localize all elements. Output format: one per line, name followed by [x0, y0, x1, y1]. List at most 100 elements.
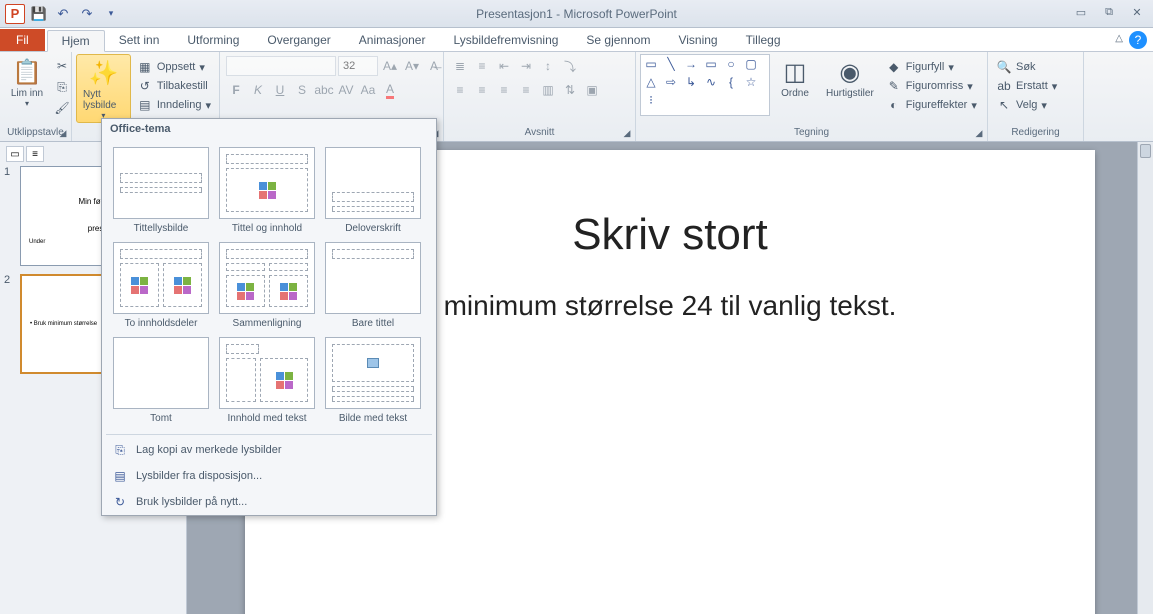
tab-addins[interactable]: Tillegg	[732, 29, 795, 51]
vertical-scrollbar[interactable]	[1137, 142, 1153, 614]
font-size-input[interactable]	[338, 56, 378, 76]
find-button[interactable]: 🔍Søk	[992, 58, 1061, 76]
paste-button[interactable]: 📋 Lim inn ▾	[4, 54, 50, 110]
italic-icon[interactable]: K	[248, 80, 268, 100]
layout-blank[interactable]: Tomt	[112, 337, 210, 424]
justify-icon[interactable]: ≡	[516, 80, 536, 100]
align-text-icon[interactable]: ⇅	[560, 80, 580, 100]
shapes-more-icon[interactable]: ⁝	[643, 93, 659, 107]
drawing-launcher[interactable]: ◢	[973, 127, 985, 139]
layout-button[interactable]: ▦Oppsett ▾	[133, 58, 215, 76]
new-slide-button[interactable]: ✨ Nytt lysbilde ▾	[76, 54, 131, 123]
layout-two-content[interactable]: To innholdsdeler	[112, 242, 210, 329]
qat-customize-icon[interactable]: ▾	[100, 3, 122, 25]
quickstyles-button[interactable]: ◉ Hurtigstiler	[820, 54, 880, 101]
tab-review[interactable]: Se gjennom	[572, 29, 664, 51]
shape-rounded-icon[interactable]: ▢	[743, 57, 759, 71]
shape-curve-icon[interactable]: ∿	[703, 75, 719, 89]
restore-button[interactable]: ⧉	[1099, 6, 1119, 22]
shape-brace-icon[interactable]: {	[723, 75, 739, 89]
layout-content-caption[interactable]: Innhold med tekst	[218, 337, 316, 424]
app-logo[interactable]: P	[4, 3, 26, 25]
reset-button[interactable]: ↺Tilbakestill	[133, 77, 215, 95]
tab-design[interactable]: Utforming	[173, 29, 253, 51]
tab-transitions[interactable]: Overganger	[253, 29, 344, 51]
spacing-icon[interactable]: AV	[336, 80, 356, 100]
shape-rect-icon[interactable]: ▭	[703, 57, 719, 71]
clipboard-launcher[interactable]: ◢	[57, 127, 69, 139]
shape-text-box-icon[interactable]: ▭	[643, 57, 659, 71]
bullets-icon[interactable]: ≣	[450, 56, 470, 76]
layout-title-only[interactable]: Bare tittel	[324, 242, 422, 329]
layout-icon: ▦	[137, 59, 153, 75]
outline-tab-icon[interactable]: ≡	[26, 146, 44, 162]
layout-title-slide[interactable]: Tittellysbilde	[112, 147, 210, 234]
shape-star-icon[interactable]: ☆	[743, 75, 759, 89]
case-icon[interactable]: Aa	[358, 80, 378, 100]
fill-icon: ◆	[886, 59, 902, 75]
scrollbar-thumb[interactable]	[1140, 144, 1151, 158]
minimize-ribbon-icon[interactable]: △	[1115, 33, 1123, 44]
bold-icon[interactable]: F	[226, 80, 246, 100]
font-name-input[interactable]	[226, 56, 336, 76]
numbering-icon[interactable]: ≡	[472, 56, 492, 76]
strike-icon[interactable]: S	[292, 80, 312, 100]
tab-home[interactable]: Hjem	[47, 30, 105, 52]
action-reuse-slides[interactable]: ↻ Bruk lysbilder på nytt...	[102, 489, 436, 515]
help-icon[interactable]: ?	[1129, 31, 1147, 49]
layout-picture-caption[interactable]: Bilde med tekst	[324, 337, 422, 424]
shape-arrow-icon[interactable]: →	[683, 57, 699, 71]
action-duplicate-slides[interactable]: ⎘ Lag kopi av merkede lysbilder	[102, 437, 436, 463]
replace-icon: ab	[996, 78, 1012, 94]
shape-triangle-icon[interactable]: △	[643, 75, 659, 89]
grow-font-icon[interactable]: A▴	[380, 56, 400, 76]
font-color-icon[interactable]: A	[380, 80, 400, 100]
layout-section-header[interactable]: Deloverskrift	[324, 147, 422, 234]
underline-icon[interactable]: U	[270, 80, 290, 100]
shadow-icon[interactable]: abc	[314, 80, 334, 100]
save-icon[interactable]: 💾	[28, 3, 50, 25]
slides-tab-icon[interactable]: ▭	[6, 146, 24, 162]
shrink-font-icon[interactable]: A▾	[402, 56, 422, 76]
dec-indent-icon[interactable]: ⇤	[494, 56, 514, 76]
redo-icon[interactable]: ↷	[76, 3, 98, 25]
tab-animations[interactable]: Animasjoner	[345, 29, 440, 51]
undo-icon[interactable]: ↶	[52, 3, 74, 25]
columns-icon[interactable]: ▥	[538, 80, 558, 100]
minimize-button[interactable]: ▭	[1071, 6, 1091, 22]
smartart-icon[interactable]: ▣	[582, 80, 602, 100]
tab-file[interactable]: Fil	[0, 29, 45, 51]
tab-slideshow[interactable]: Lysbildefremvisning	[439, 29, 572, 51]
close-button[interactable]: ✕	[1127, 6, 1147, 22]
shape-fill-button[interactable]: ◆Figurfyll ▾	[882, 58, 981, 76]
copy-icon[interactable]: ⎘	[52, 77, 72, 97]
shape-oval-icon[interactable]: ○	[723, 57, 739, 71]
tab-insert[interactable]: Sett inn	[105, 29, 174, 51]
new-slide-label: Nytt lysbilde	[83, 89, 124, 111]
align-left-icon[interactable]: ≡	[450, 80, 470, 100]
replace-button[interactable]: abErstatt ▾	[992, 77, 1061, 95]
layout-title-content[interactable]: Tittel og innhold	[218, 147, 316, 234]
shape-right-arrow-icon[interactable]: ⇨	[663, 75, 679, 89]
paragraph-launcher[interactable]: ◢	[621, 127, 633, 139]
align-right-icon[interactable]: ≡	[494, 80, 514, 100]
shape-outline-button[interactable]: ✎Figuromriss ▾	[882, 77, 981, 95]
shape-connector-icon[interactable]: ↳	[683, 75, 699, 89]
arrange-button[interactable]: ◫ Ordne	[772, 54, 818, 101]
section-button[interactable]: ▤Inndeling ▾	[133, 96, 215, 114]
format-painter-icon[interactable]: 🖌	[52, 98, 72, 118]
shape-line-icon[interactable]: ╲	[663, 57, 679, 71]
shapes-gallery[interactable]: ▭ ╲ → ▭ ○ ▢ △ ⇨ ↳ ∿ { ☆ ⁝	[640, 54, 770, 116]
line-spacing-icon[interactable]: ↕	[538, 56, 558, 76]
layout-comparison[interactable]: Sammenligning	[218, 242, 316, 329]
text-direction-icon[interactable]: ⤵	[560, 56, 580, 76]
clear-format-icon[interactable]: A̶	[424, 56, 444, 76]
cut-icon[interactable]: ✂	[52, 56, 72, 76]
align-center-icon[interactable]: ≡	[472, 80, 492, 100]
tab-view[interactable]: Visning	[664, 29, 731, 51]
shape-effects-button[interactable]: ◐Figureffekter ▾	[882, 96, 981, 114]
inc-indent-icon[interactable]: ⇥	[516, 56, 536, 76]
select-button[interactable]: ↖Velg ▾	[992, 96, 1061, 114]
action-slides-from-outline[interactable]: ▤ Lysbilder fra disposisjon...	[102, 463, 436, 489]
gallery-grid: Tittellysbilde Tittel og innhold Delover…	[102, 139, 436, 432]
